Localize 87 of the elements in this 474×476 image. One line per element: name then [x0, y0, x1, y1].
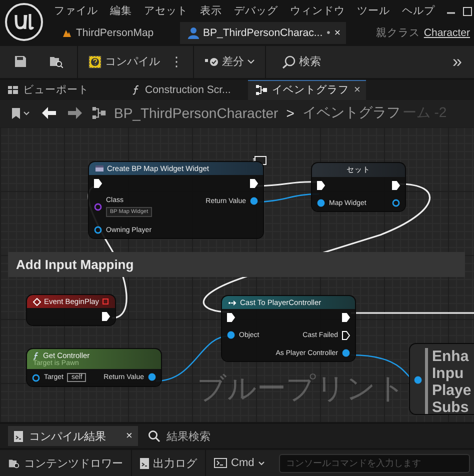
exec-pin[interactable]	[317, 181, 325, 190]
compile-button[interactable]: コンパイル	[86, 52, 162, 72]
exec-pin[interactable]	[102, 312, 110, 322]
data-pin[interactable]	[94, 226, 102, 234]
graph-node[interactable]: Enha Inpu Playe Subs	[410, 344, 474, 414]
node-title: Inpu	[432, 365, 465, 382]
back-arrow-icon	[42, 107, 56, 120]
folder-search-icon	[49, 55, 63, 68]
caret-icon	[258, 460, 266, 466]
event-icon	[33, 298, 41, 306]
overflow-button[interactable]: »	[450, 50, 464, 74]
node-title: Playe	[432, 382, 472, 400]
menu-item[interactable]: ツール	[351, 4, 396, 18]
data-pin[interactable]	[414, 376, 422, 384]
terminal-icon	[214, 458, 227, 468]
exec-pin[interactable]	[227, 313, 235, 322]
data-pin[interactable]	[148, 373, 156, 382]
exec-pin[interactable]	[94, 179, 102, 188]
breadcrumb-link[interactable]: BP_ThirdPersonCharacter	[114, 105, 278, 122]
content-drawer-button[interactable]: コンテンツドロワー	[0, 450, 132, 476]
level-icon	[62, 28, 72, 38]
panel-tab[interactable]: Construction Scr...	[124, 80, 248, 100]
forward-arrow-icon	[68, 107, 82, 120]
function-icon	[132, 85, 140, 96]
graph-icon	[256, 85, 267, 96]
search-button[interactable]: 検索	[280, 52, 323, 72]
maximize-button[interactable]	[460, 4, 474, 18]
save-icon	[14, 55, 27, 68]
exec-pin[interactable]	[392, 181, 400, 190]
folder-search-icon	[8, 458, 20, 469]
exec-pin[interactable]	[342, 331, 350, 340]
person-icon	[188, 27, 199, 39]
data-pin[interactable]	[342, 349, 350, 358]
data-pin[interactable]	[94, 203, 102, 212]
graph-canvas[interactable]	[0, 127, 474, 422]
data-pin[interactable]	[317, 199, 325, 208]
document-tab[interactable]: BP_ThirdPersonCharac... • ×	[180, 22, 346, 44]
comment-title[interactable]: Add Input Mapping	[8, 252, 465, 278]
cast-icon	[228, 300, 237, 306]
data-pin[interactable]	[250, 197, 258, 206]
search-icon	[282, 54, 296, 69]
document-tab[interactable]: ThirdPersonMap	[48, 22, 180, 44]
cmd-dropdown[interactable]: Cmd	[206, 450, 274, 476]
menu-item[interactable]: アセット	[138, 4, 194, 18]
data-pin[interactable]	[392, 199, 400, 208]
diff-button[interactable]: 差分	[202, 52, 257, 72]
bottom-tab[interactable]: 結果検索	[142, 426, 216, 446]
engine-logo[interactable]	[4, 2, 44, 42]
menu-item[interactable]: ファイル	[48, 4, 104, 18]
breadcrumb-current: イベントグラフ	[302, 104, 400, 122]
search-icon	[148, 430, 160, 442]
caret-icon	[23, 110, 30, 116]
grid-icon	[8, 86, 18, 94]
menu-item[interactable]: ウィンドウ	[284, 4, 351, 18]
maximize-icon	[462, 6, 472, 16]
compile-options-button[interactable]: ⋮	[168, 52, 185, 72]
log-icon	[14, 430, 23, 442]
menu-item[interactable]: 編集	[104, 4, 138, 18]
delegate-icon	[102, 298, 110, 306]
menu-item[interactable]: 表示	[194, 4, 228, 18]
node-title: Enha	[432, 348, 470, 366]
function-icon	[33, 352, 40, 360]
back-button[interactable]	[40, 105, 58, 122]
diff-icon	[204, 55, 219, 68]
node-title: Subs	[432, 399, 470, 414]
parent-class-link[interactable]: Character	[420, 27, 474, 39]
bookmark-icon	[12, 108, 20, 119]
console-input[interactable]: コンソールコマンドを入力します	[279, 454, 470, 473]
bottom-tab[interactable]: コンパイル結果 ×	[8, 426, 138, 446]
menu-item[interactable]: デバッグ	[228, 4, 284, 18]
output-log-button[interactable]: 出力ログ	[132, 450, 206, 476]
menu-item[interactable]: ヘルプ	[396, 4, 441, 18]
log-icon	[140, 457, 149, 470]
compile-warning-icon	[88, 54, 102, 69]
widget-icon	[95, 165, 104, 172]
data-pin[interactable]	[32, 374, 40, 382]
panel-tab[interactable]: イベントグラフ ×	[248, 80, 366, 100]
bookmark-button[interactable]	[10, 106, 32, 121]
parent-class-label: 親クラス	[374, 26, 420, 40]
exec-pin[interactable]	[342, 313, 350, 322]
breadcrumb-separator: >	[286, 105, 294, 122]
caret-icon	[247, 58, 255, 65]
panel-tab[interactable]: ビューポート	[0, 80, 124, 100]
exec-pin[interactable]	[250, 179, 258, 188]
graph-icon	[92, 107, 106, 120]
data-pin[interactable]	[227, 331, 235, 340]
forward-button[interactable]	[66, 105, 84, 122]
